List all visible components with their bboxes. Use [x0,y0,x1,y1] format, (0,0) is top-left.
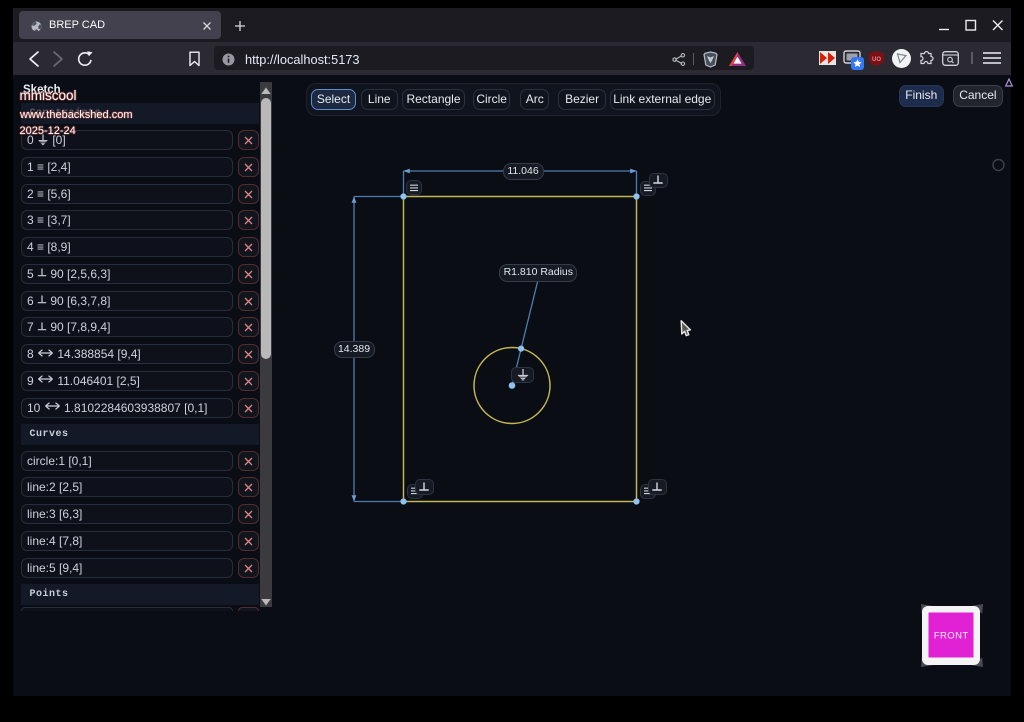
svg-text:FRONT: FRONT [934,630,969,641]
